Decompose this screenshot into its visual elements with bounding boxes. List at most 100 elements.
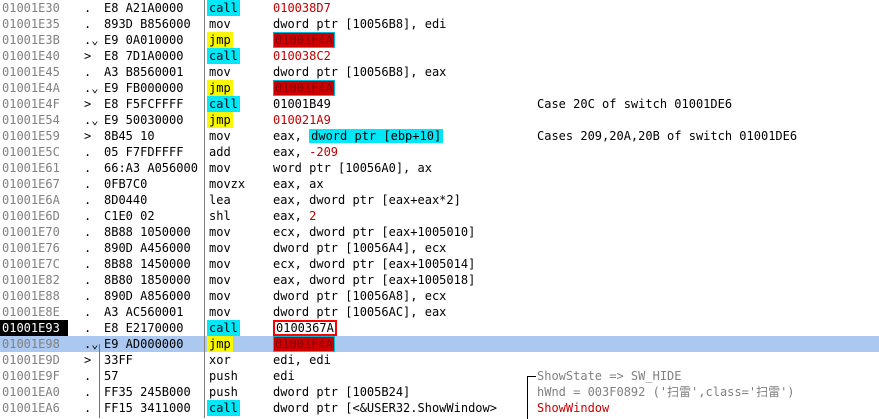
flow-marker: . <box>84 273 92 287</box>
hex-bytes: E8 E2170000 <box>104 321 184 335</box>
code-row[interactable]: 01001E35 . 893D B856000 mov dword ptr [1… <box>0 16 879 32</box>
code-row-selected[interactable]: 01001E98 .⌄ E9 AD000000 jmp 01001F4A <box>0 336 879 352</box>
hex-bytes: 57 <box>104 369 119 383</box>
code-row[interactable]: 01001E3B .⌄ E9 0A010000 jmp 01001F4A <box>0 32 879 48</box>
address: 01001EA0 <box>2 385 60 399</box>
code-row[interactable]: 01001E54 .⌄ E9 50030000 jmp 010021A9 <box>0 112 879 128</box>
operands: 010038D7 <box>273 1 331 15</box>
code-row[interactable]: 01001E9F . 57 push edi ShowState => SW_H… <box>0 368 879 384</box>
hex-bytes: E9 0A010000 <box>104 33 184 47</box>
code-row[interactable]: 01001E5C . 05 F7FDFFFF add eax, -209 <box>0 144 879 160</box>
disassembly-listing[interactable]: 01001E30 . E8 A21A0000 call 010038D7 010… <box>0 0 879 419</box>
address: 01001E88 <box>2 289 60 303</box>
operands: eax, dword ptr [eax+eax*2] <box>273 193 461 207</box>
mnemonic: mov <box>209 129 231 143</box>
flow-marker: . <box>84 321 92 335</box>
code-row[interactable]: 01001EA0 . FF35 245B000 push dword ptr [… <box>0 384 879 400</box>
operands: 010038C2 <box>273 49 331 63</box>
mnemonic: push <box>209 369 238 383</box>
hex-bytes: 8B88 1050000 <box>104 225 191 239</box>
hex-bytes: 890D A456000 <box>104 241 191 255</box>
code-row[interactable]: 01001E4F > E8 F5FCFFFF call 01001B49 Cas… <box>0 96 879 112</box>
hex-bytes: 8B80 1850000 <box>104 273 191 287</box>
address: 01001E7C <box>2 257 60 271</box>
address: 01001E9F <box>2 369 60 383</box>
flow-marker: . <box>84 289 92 303</box>
mnemonic: movzx <box>209 177 246 191</box>
operands: 0100367A <box>273 320 337 336</box>
flow-marker: . <box>84 225 92 239</box>
hex-bytes: A3 B8560001 <box>104 65 184 79</box>
code-row[interactable]: 01001E76 . 890D A456000 mov dword ptr [1… <box>0 240 879 256</box>
operands: dword ptr [10056A4], ecx <box>273 241 447 255</box>
flow-marker: . <box>84 65 92 79</box>
operands: 01001B49 <box>273 97 331 111</box>
code-row[interactable]: 01001E9D > 33FF xor edi, edi <box>0 352 879 368</box>
mnemonic: push <box>209 385 238 399</box>
code-row[interactable]: 01001E4A .⌄ E9 FB000000 jmp 01001F4A <box>0 80 879 96</box>
address: 01001E3B <box>2 33 60 47</box>
column-separator <box>204 0 205 418</box>
code-row[interactable]: 01001E82 . 8B80 1850000 mov eax, dword p… <box>0 272 879 288</box>
mnemonic: call <box>207 48 240 64</box>
flow-marker: .⌄ <box>84 113 99 127</box>
code-row[interactable]: 01001E88 . 890D A856000 mov dword ptr [1… <box>0 288 879 304</box>
operands: eax, 2 <box>273 209 317 223</box>
operands: word ptr [10056A0], ax <box>273 161 432 175</box>
code-row[interactable]: 01001E67 . 0FB7C0 movzx eax, ax <box>0 176 879 192</box>
mnemonic: mov <box>209 257 231 271</box>
mnemonic: mov <box>209 305 231 319</box>
code-row[interactable]: 01001E70 . 8B88 1050000 mov ecx, dword p… <box>0 224 879 240</box>
comment: Cases 209,20A,20B of switch 01001DE6 <box>537 129 798 143</box>
hex-bytes: 8B45 10 <box>104 129 155 143</box>
address: 01001E5C <box>2 145 60 159</box>
address: 01001EA6 <box>2 401 60 415</box>
mnemonic: jmp <box>207 80 233 96</box>
code-row[interactable]: 01001E6D . C1E0 02 shl eax, 2 <box>0 208 879 224</box>
code-row[interactable]: 01001E6A . 8D0440 lea eax, dword ptr [ea… <box>0 192 879 208</box>
flow-marker: . <box>84 1 92 15</box>
flow-marker: . <box>84 369 92 383</box>
hex-bytes: 05 F7FDFFFF <box>104 145 184 159</box>
address: 01001E54 <box>2 113 60 127</box>
address: 01001E30 <box>2 1 60 15</box>
code-row[interactable]: 01001E59 > 8B45 10 mov eax, dword ptr [e… <box>0 128 879 144</box>
mnemonic: jmp <box>207 336 233 352</box>
hex-bytes: A3 AC560001 <box>104 305 184 319</box>
address: 01001E8E <box>2 305 60 319</box>
code-row[interactable]: 01001EA6 . FF15 3411000 call dword ptr [… <box>0 400 879 416</box>
hex-bytes: 33FF <box>104 353 133 367</box>
mnemonic: shl <box>209 209 231 223</box>
flow-marker: > <box>84 353 92 367</box>
code-row[interactable]: 01001E45 . A3 B8560001 mov dword ptr [10… <box>0 64 879 80</box>
operands: dword ptr [<&USER32.ShowWindow> <box>273 401 497 415</box>
code-row[interactable]: 01001E7C . 8B88 1450000 mov ecx, dword p… <box>0 256 879 272</box>
hex-bytes: C1E0 02 <box>104 209 155 223</box>
flow-marker: . <box>84 145 92 159</box>
code-row[interactable]: 01001E40 > E8 7D1A0000 call 010038C2 <box>0 48 879 64</box>
flow-marker: . <box>84 385 92 399</box>
flow-marker: . <box>84 193 92 207</box>
operands: dword ptr [1005B24] <box>273 385 411 399</box>
hex-bytes: 0FB7C0 <box>104 177 148 191</box>
address: 01001E9D <box>2 353 60 367</box>
flow-marker: > <box>84 49 92 63</box>
address: 01001E4A <box>2 81 60 95</box>
flow-marker: > <box>84 97 92 111</box>
hex-bytes: 8D0440 <box>104 193 148 207</box>
mnemonic: call <box>207 0 240 16</box>
code-row[interactable]: 01001E8E . A3 AC560001 mov dword ptr [10… <box>0 304 879 320</box>
operands: 01001F4A <box>273 80 335 96</box>
mnemonic: call <box>207 320 240 336</box>
operands: edi <box>273 369 295 383</box>
operands: dword ptr [10056B8], eax <box>273 65 447 79</box>
address: 01001E70 <box>2 225 60 239</box>
jump-target: 01001F4A <box>273 80 335 96</box>
address: 01001E45 <box>2 65 60 79</box>
code-row[interactable]: 01001E30 . E8 A21A0000 call 010038D7 <box>0 0 879 16</box>
code-row[interactable]: 01001E61 . 66:A3 A056000 mov word ptr [1… <box>0 160 879 176</box>
code-row-current[interactable]: 01001E93 . E8 E2170000 call 0100367A <box>0 320 879 336</box>
mnemonic: jmp <box>207 112 233 128</box>
hex-bytes: E8 A21A0000 <box>104 1 184 15</box>
mnemonic: call <box>207 400 240 416</box>
